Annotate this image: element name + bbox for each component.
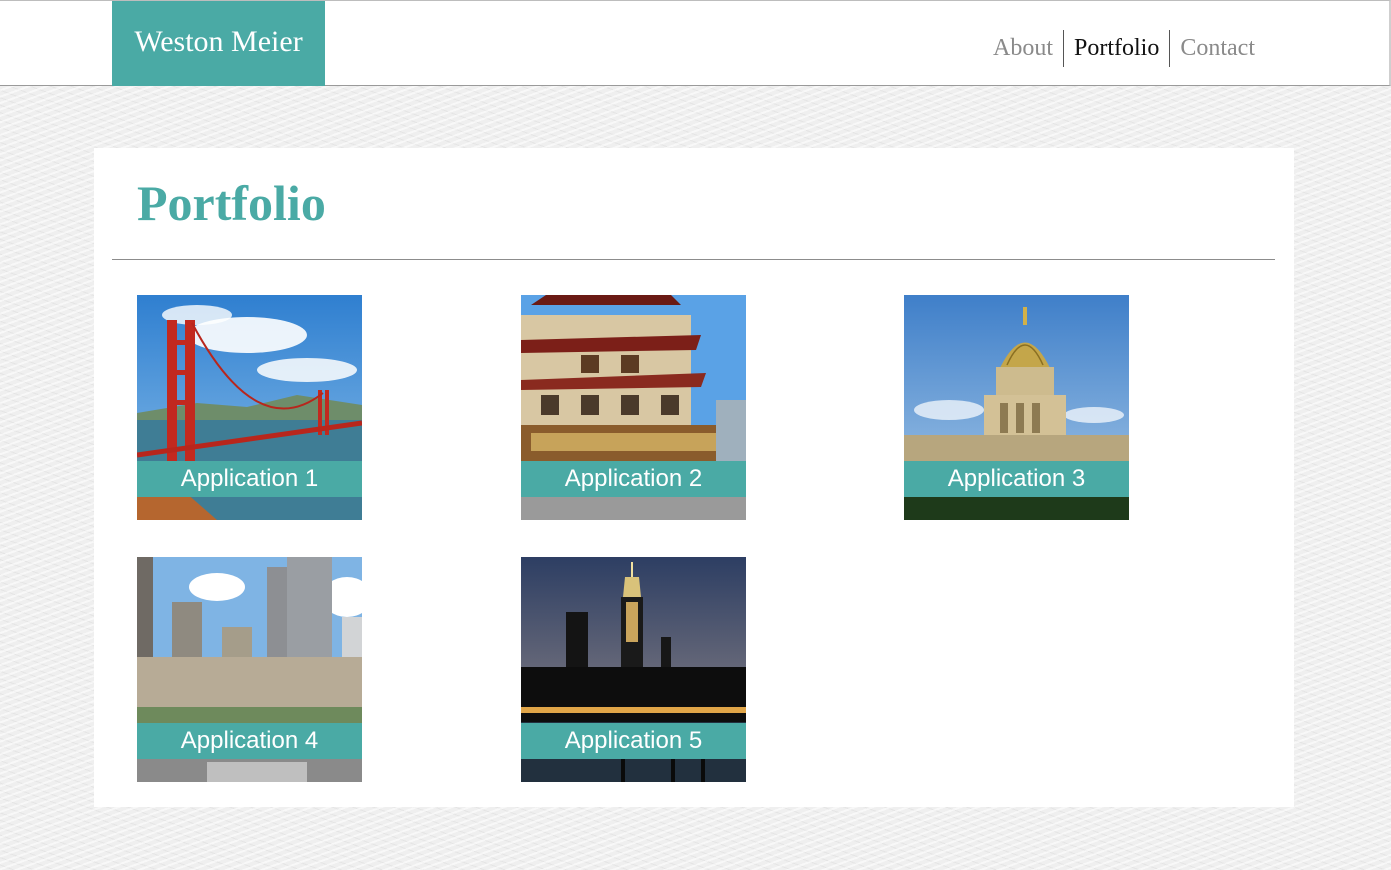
portfolio-item-label: Application 1 [137, 461, 362, 497]
nav-about-link[interactable]: About [983, 30, 1063, 67]
portfolio-item-application-2[interactable]: Application 2 [521, 295, 746, 520]
page-title: Portfolio [137, 175, 326, 231]
portfolio-item-application-5[interactable]: Application 5 [521, 557, 746, 782]
nav-portfolio-link[interactable]: Portfolio [1063, 30, 1169, 67]
portfolio-item-label: Application 3 [904, 461, 1129, 497]
site-logo[interactable]: Weston Meier [112, 1, 325, 86]
portfolio-card: Portfolio Application 1 Application 2 Ap… [94, 148, 1294, 807]
site-header: Weston Meier About Portfolio Contact [0, 0, 1391, 86]
site-logo-text: Weston Meier [134, 25, 303, 58]
portfolio-item-application-4[interactable]: Application 4 [137, 557, 362, 782]
title-divider [112, 259, 1275, 260]
portfolio-item-label: Application 2 [521, 461, 746, 497]
portfolio-item-application-3[interactable]: Application 3 [904, 295, 1129, 520]
portfolio-item-label: Application 4 [137, 723, 362, 759]
portfolio-item-label: Application 5 [521, 723, 746, 759]
nav-contact-link[interactable]: Contact [1169, 30, 1265, 67]
main-nav: About Portfolio Contact [983, 30, 1265, 67]
portfolio-item-application-1[interactable]: Application 1 [137, 295, 362, 520]
